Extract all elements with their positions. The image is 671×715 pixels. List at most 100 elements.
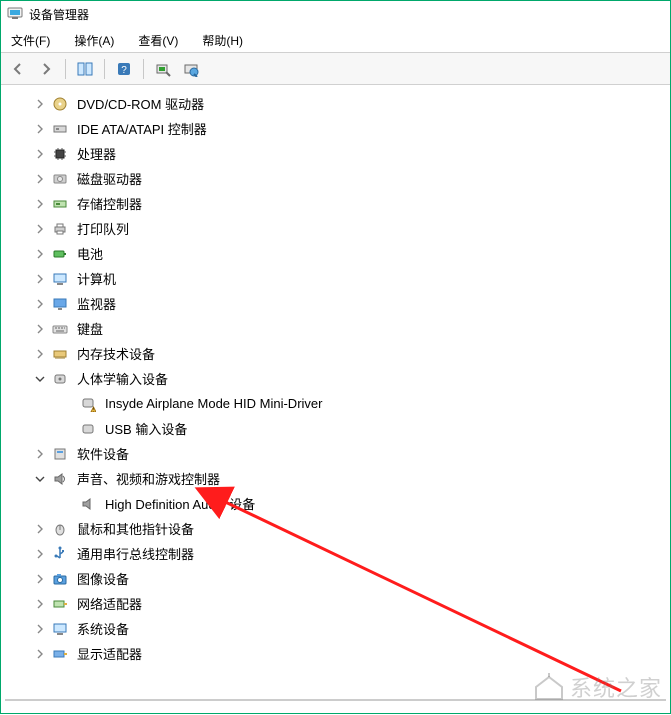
expand-arrow-icon[interactable]	[33, 247, 47, 261]
tree-label: 计算机	[75, 269, 116, 288]
expand-arrow-icon[interactable]	[33, 122, 47, 136]
tree-label: IDE ATA/ATAPI 控制器	[75, 119, 207, 138]
expand-arrow-icon[interactable]	[33, 172, 47, 186]
expand-arrow-icon[interactable]	[33, 647, 47, 661]
tree-item-software[interactable]: 软件设备	[25, 441, 670, 466]
memory-icon	[51, 345, 69, 363]
tree-label: 声音、视频和游戏控制器	[75, 469, 220, 488]
toolbar-separator	[65, 59, 66, 79]
menu-view[interactable]: 查看(V)	[132, 29, 184, 52]
system-device-icon	[51, 620, 69, 638]
tree-item-ide[interactable]: IDE ATA/ATAPI 控制器	[25, 116, 670, 141]
tree-item-storage[interactable]: 存储控制器	[25, 191, 670, 216]
toolbar: ?	[1, 53, 670, 85]
svg-text:!: !	[93, 407, 94, 412]
disk-drive-icon	[51, 170, 69, 188]
tree-label: High Definition Audio 设备	[103, 494, 255, 513]
hid-device-icon	[79, 420, 97, 438]
hid-icon	[51, 370, 69, 388]
ide-controller-icon	[51, 120, 69, 138]
tree-item-computer[interactable]: 计算机	[25, 266, 670, 291]
computer-icon	[51, 270, 69, 288]
tree-label: 软件设备	[75, 444, 129, 463]
help-button[interactable]: ?	[111, 57, 137, 81]
usb-icon	[51, 545, 69, 563]
expand-arrow-icon[interactable]	[33, 222, 47, 236]
battery-icon	[51, 245, 69, 263]
speaker-icon	[51, 470, 69, 488]
menubar: 文件(F) 操作(A) 查看(V) 帮助(H)	[1, 29, 670, 53]
tree-item-sound-hda[interactable]: · High Definition Audio 设备	[25, 491, 670, 516]
keyboard-icon	[51, 320, 69, 338]
tree-item-hid-airplane[interactable]: · ! Insyde Airplane Mode HID Mini-Driver	[25, 391, 670, 416]
tree-label: 打印队列	[75, 219, 129, 238]
tree-item-sound[interactable]: 声音、视频和游戏控制器	[25, 466, 670, 491]
toolbar-separator	[143, 59, 144, 79]
svg-text:?: ?	[121, 65, 127, 76]
expand-arrow-icon[interactable]	[33, 272, 47, 286]
expand-arrow-icon[interactable]	[33, 147, 47, 161]
expand-arrow-icon[interactable]	[33, 522, 47, 536]
menu-file[interactable]: 文件(F)	[5, 29, 56, 52]
tree-item-dvd[interactable]: DVD/CD-ROM 驱动器	[25, 91, 670, 116]
tree-item-printq[interactable]: 打印队列	[25, 216, 670, 241]
tree-item-disk[interactable]: 磁盘驱动器	[25, 166, 670, 191]
menu-action[interactable]: 操作(A)	[68, 29, 120, 52]
tree-item-hid[interactable]: 人体学输入设备	[25, 366, 670, 391]
expand-arrow-icon[interactable]	[33, 547, 47, 561]
optical-drive-icon	[51, 95, 69, 113]
tree-item-battery[interactable]: 电池	[25, 241, 670, 266]
monitor-icon	[51, 295, 69, 313]
speaker-icon	[79, 495, 97, 513]
device-manager-icon	[7, 5, 23, 24]
expand-arrow-icon[interactable]	[33, 347, 47, 361]
show-hide-tree-button[interactable]	[72, 57, 98, 81]
tree-item-keyboard[interactable]: 键盘	[25, 316, 670, 341]
tree-item-mouse[interactable]: 鼠标和其他指针设备	[25, 516, 670, 541]
tree-label: 显示适配器	[75, 644, 142, 663]
titlebar: 设备管理器	[1, 1, 670, 29]
collapse-arrow-icon[interactable]	[33, 472, 47, 486]
expand-arrow-icon[interactable]	[33, 447, 47, 461]
software-device-icon	[51, 445, 69, 463]
expand-arrow-icon[interactable]	[33, 197, 47, 211]
toolbar-separator	[104, 59, 105, 79]
tree-label: 内存技术设备	[75, 344, 155, 363]
tree-label: 键盘	[75, 319, 103, 338]
tree-item-display[interactable]: 显示适配器	[25, 641, 670, 666]
hid-device-warning-icon: !	[79, 395, 97, 413]
expand-arrow-icon[interactable]	[33, 97, 47, 111]
menu-help[interactable]: 帮助(H)	[196, 29, 249, 52]
expand-arrow-icon[interactable]	[33, 572, 47, 586]
tree-item-memorytech[interactable]: 内存技术设备	[25, 341, 670, 366]
tree-item-monitor[interactable]: 监视器	[25, 291, 670, 316]
collapse-arrow-icon[interactable]	[33, 372, 47, 386]
panel-border	[5, 699, 666, 701]
expand-arrow-icon[interactable]	[33, 322, 47, 336]
window-title: 设备管理器	[29, 6, 89, 23]
properties-button[interactable]	[178, 57, 204, 81]
tree-item-cpu[interactable]: 处理器	[25, 141, 670, 166]
nav-back-button[interactable]	[5, 57, 31, 81]
expand-arrow-icon[interactable]	[33, 622, 47, 636]
camera-icon	[51, 570, 69, 588]
tree-label: 人体学输入设备	[75, 369, 168, 388]
tree-item-usb[interactable]: 通用串行总线控制器	[25, 541, 670, 566]
expand-arrow-icon[interactable]	[33, 297, 47, 311]
tree-item-imaging[interactable]: 图像设备	[25, 566, 670, 591]
nav-forward-button[interactable]	[33, 57, 59, 81]
tree-item-system[interactable]: 系统设备	[25, 616, 670, 641]
storage-controller-icon	[51, 195, 69, 213]
tree-label: Insyde Airplane Mode HID Mini-Driver	[103, 396, 322, 411]
tree-item-hid-usb[interactable]: · USB 输入设备	[25, 416, 670, 441]
tree-label: 电池	[75, 244, 103, 263]
tree-label: 处理器	[75, 144, 116, 163]
expand-arrow-icon[interactable]	[33, 597, 47, 611]
device-tree[interactable]: DVD/CD-ROM 驱动器 IDE ATA/ATAPI 控制器 处理器 磁盘驱…	[1, 85, 670, 685]
network-adapter-icon	[51, 595, 69, 613]
tree-label: 磁盘驱动器	[75, 169, 142, 188]
tree-label: USB 输入设备	[103, 419, 187, 438]
mouse-icon	[51, 520, 69, 538]
scan-hardware-button[interactable]	[150, 57, 176, 81]
tree-item-network[interactable]: 网络适配器	[25, 591, 670, 616]
